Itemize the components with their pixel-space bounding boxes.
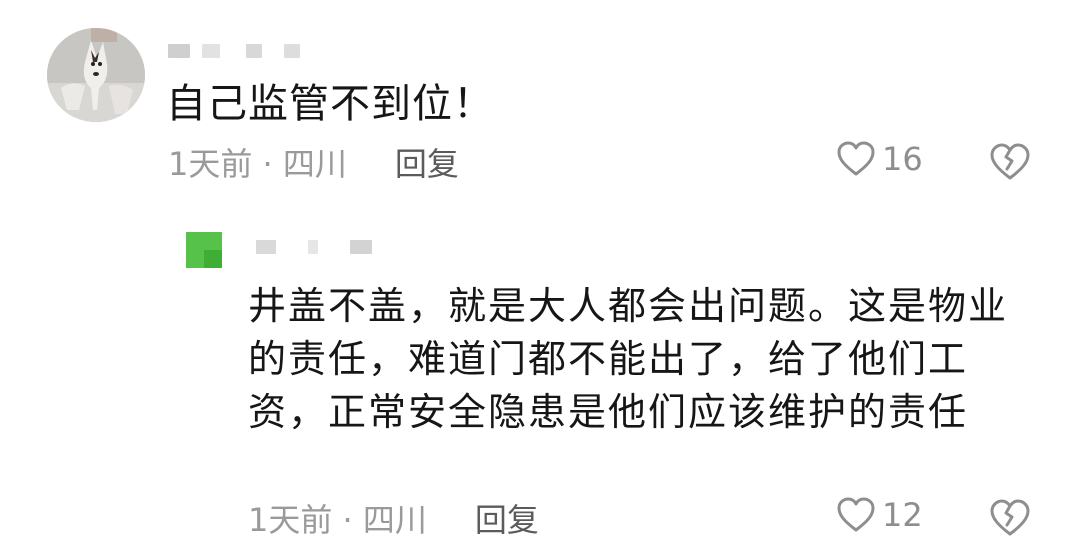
- comment-text: 自己监管不到位！: [166, 81, 494, 127]
- reply-button[interactable]: 回复: [475, 495, 539, 541]
- broken-heart-icon: [990, 143, 1030, 180]
- dislike-button[interactable]: [988, 140, 1032, 184]
- time-location: 1天前 · 四川: [248, 501, 427, 539]
- heart-outline-icon: [837, 141, 875, 176]
- reply-button[interactable]: 回复: [395, 139, 459, 185]
- like-button[interactable]: 16: [836, 140, 923, 178]
- comment-meta: 1天前 · 四川 回复: [248, 496, 539, 540]
- avatar[interactable]: [47, 28, 145, 122]
- username-blurred[interactable]: [168, 44, 300, 58]
- reply-comment-text: 井盖不盖，就是大人都会出问题。这是物业的责任，难道门都不能出了，给了他们工资，正…: [248, 284, 1009, 434]
- username-blurred[interactable]: [256, 240, 372, 254]
- reply-avatar[interactable]: [186, 232, 222, 268]
- like-button[interactable]: 12: [836, 496, 923, 534]
- heart-outline-icon: [837, 497, 875, 532]
- like-count: 16: [882, 140, 923, 178]
- broken-heart-icon: [990, 499, 1030, 536]
- comment-meta: 1天前 · 四川 回复: [168, 140, 459, 184]
- like-count: 12: [882, 496, 923, 534]
- avatar-shade: [204, 250, 222, 268]
- dislike-button[interactable]: [988, 496, 1032, 540]
- dog-avatar-image: [47, 28, 145, 122]
- comment-thread: 自己监管不到位！ 1天前 · 四川 回复 16 井盖不盖，就是大人都会出问题。这…: [0, 0, 1080, 558]
- time-location: 1天前 · 四川: [168, 145, 347, 183]
